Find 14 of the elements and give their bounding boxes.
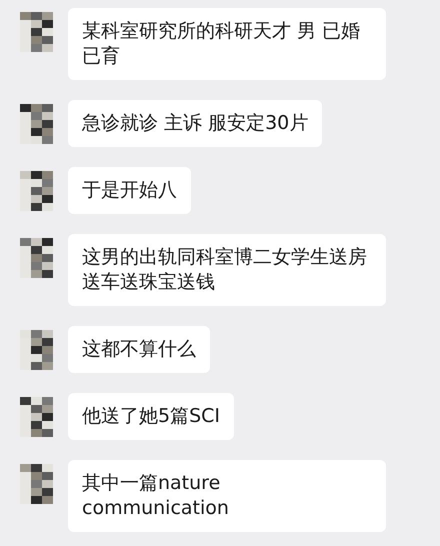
avatar xyxy=(20,238,53,278)
message-bubble: 这都不算什么 xyxy=(68,326,210,373)
message-bubble: 他送了她5篇SCI xyxy=(68,393,234,440)
message-bubble: 其中一篇nature communication xyxy=(68,460,386,532)
avatar xyxy=(20,171,53,211)
message-bubble: 急诊就诊 主诉 服安定30片 xyxy=(68,100,322,147)
message-bubble: 于是开始八 xyxy=(68,167,191,214)
message-bubble: 某科室研究所的科研天才 男 已婚已育 xyxy=(68,8,386,80)
avatar xyxy=(20,12,53,52)
avatar xyxy=(20,464,53,504)
avatar xyxy=(20,397,53,437)
avatar xyxy=(20,330,53,370)
message-bubble: 这男的出轨同科室博二女学生送房送车送珠宝送钱 xyxy=(68,234,386,306)
avatar xyxy=(20,104,53,144)
